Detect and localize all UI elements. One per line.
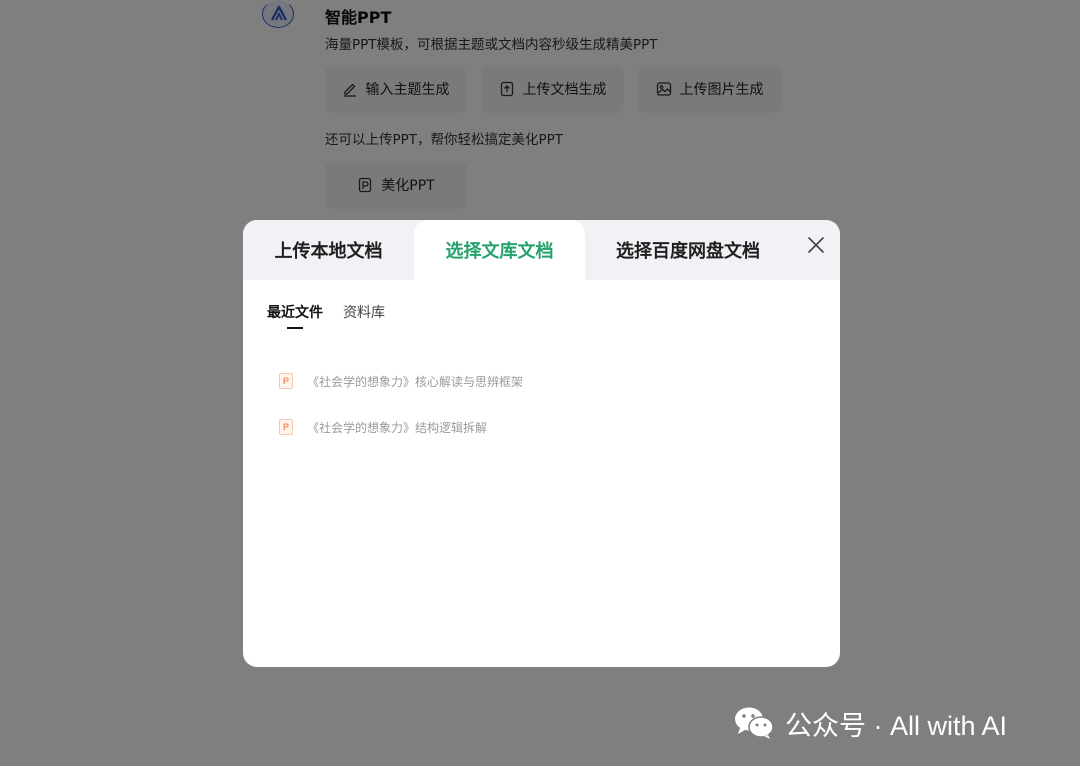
select-document-modal: 上传本地文档 选择文库文档 选择百度网盘文档 最近文件 资料库 P 《社会学的想… [243,220,840,667]
modal-tab-bar: 上传本地文档 选择文库文档 选择百度网盘文档 [243,220,840,280]
subtab-bar: 最近文件 资料库 [267,302,385,329]
subtab-recent-files[interactable]: 最近文件 [267,302,323,329]
file-name: 《社会学的想象力》核心解读与思辨框架 [307,374,524,389]
tab-baidu-netdisk[interactable]: 选择百度网盘文档 [585,220,791,280]
wechat-icon [735,707,774,739]
tab-upload-local-label: 上传本地文档 [274,241,383,262]
tab-upload-local[interactable]: 上传本地文档 [243,220,414,280]
file-item[interactable]: P 《社会学的想象力》核心解读与思辨框架 [279,358,523,404]
ppt-file-icon: P [279,419,293,435]
tab-baidu-netdisk-label: 选择百度网盘文档 [616,241,760,262]
subtab-library[interactable]: 资料库 [343,302,385,322]
close-icon [808,237,824,253]
file-list: P 《社会学的想象力》核心解读与思辨框架 P 《社会学的想象力》结构逻辑拆解 [279,358,523,450]
watermark: 公众号 · All with AI [733,703,1007,743]
file-name: 《社会学的想象力》结构逻辑拆解 [307,420,488,435]
ppt-file-icon: P [279,373,293,389]
close-button[interactable] [804,233,828,257]
tab-library-docs[interactable]: 选择文库文档 [414,220,585,280]
file-item[interactable]: P 《社会学的想象力》结构逻辑拆解 [279,404,523,450]
watermark-text: 公众号 · All with AI [785,710,1008,741]
tab-library-docs-label: 选择文库文档 [445,241,554,262]
